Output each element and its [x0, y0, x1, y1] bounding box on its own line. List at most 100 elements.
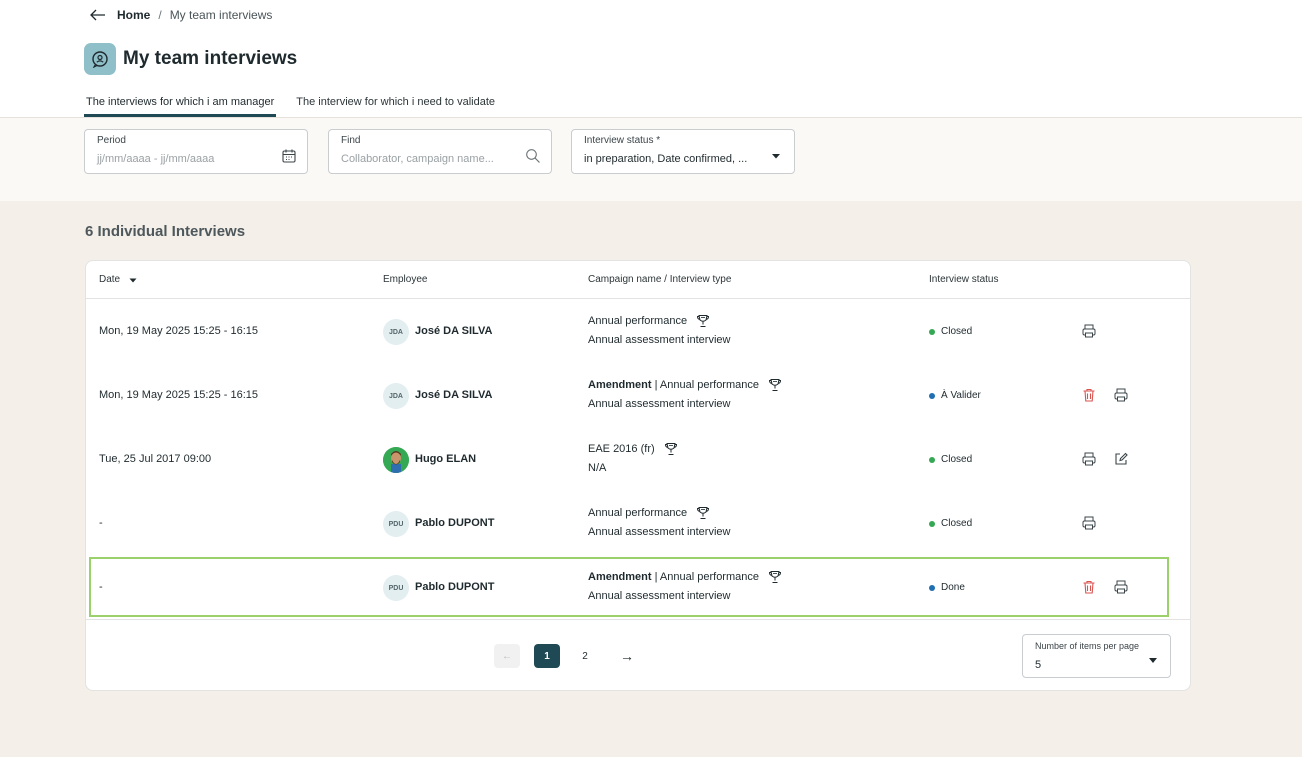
campaign-name: EAE 2016 (fr) [588, 442, 678, 456]
find-label: Find [341, 135, 361, 146]
calendar-icon[interactable] [281, 148, 297, 164]
status-dot [929, 328, 935, 335]
status-dot [929, 520, 935, 527]
page-title: My team interviews [123, 48, 298, 69]
status-text: Closed [941, 518, 973, 529]
print-icon[interactable] [1113, 387, 1129, 403]
interview-type: Annual assessment interview [588, 398, 731, 410]
interview-chat-icon [84, 43, 116, 75]
table-row[interactable]: - PDU Pablo DUPONT Annual performance An… [86, 491, 1190, 555]
sort-down-icon[interactable] [128, 275, 138, 285]
status-value: in preparation, Date confirmed, ... [584, 153, 748, 165]
pagination-page-1[interactable]: 1 [534, 644, 560, 668]
status-text: Closed [941, 326, 973, 337]
row-date: Mon, 19 May 2025 15:25 - 16:15 [99, 325, 258, 337]
trash-icon[interactable] [1081, 579, 1097, 595]
campaign-title: | Annual performance [651, 571, 759, 583]
chevron-down-icon[interactable] [1149, 658, 1157, 663]
tab-manager-interviews[interactable]: The interviews for which i am manager [84, 93, 277, 117]
column-date-label: Date [99, 274, 121, 285]
row-date: - [99, 517, 103, 529]
campaign-name: Amendment | Annual performance [588, 378, 782, 392]
status-text: À Valider [941, 390, 981, 401]
trophy-icon [768, 570, 782, 584]
table-row[interactable]: Mon, 19 May 2025 15:25 - 16:15 JDA José … [86, 299, 1190, 363]
breadcrumb-separator: / [158, 8, 162, 22]
trophy-icon [696, 506, 710, 520]
column-date[interactable]: Date [99, 274, 138, 285]
pagination-prev-button[interactable]: ← [494, 644, 520, 668]
print-icon[interactable] [1113, 579, 1129, 595]
avatar: PDU [383, 511, 409, 537]
print-icon[interactable] [1081, 515, 1097, 531]
campaign-name: Annual performance [588, 314, 710, 328]
items-per-page-select[interactable]: Number of items per page 5 [1022, 634, 1171, 678]
table-row[interactable]: Mon, 19 May 2025 15:25 - 16:15 JDA José … [86, 363, 1190, 427]
interview-type: Annual assessment interview [588, 590, 731, 602]
table-header: Date Employee Campaign name / Interview … [86, 261, 1190, 299]
status-dot [929, 584, 935, 591]
campaign-title: Annual performance [588, 315, 688, 327]
campaign-name: Amendment | Annual performance [588, 570, 782, 584]
period-placeholder: jj/mm/aaaa - jj/mm/aaaa [97, 153, 215, 165]
find-field[interactable]: Find Collaborator, campaign name... [328, 129, 552, 174]
pagination-page-2[interactable]: 2 [572, 644, 598, 668]
divider [86, 619, 1190, 620]
breadcrumb: Home / My team interviews [90, 6, 272, 24]
status-badge: Closed [929, 518, 972, 529]
status-badge: Closed [929, 326, 972, 337]
trophy-icon [768, 378, 782, 392]
tab-bar: The interviews for which i am manager Th… [84, 93, 515, 118]
print-icon[interactable] [1081, 451, 1097, 467]
edit-icon[interactable] [1113, 451, 1129, 467]
breadcrumb-home-link[interactable]: Home [117, 8, 150, 22]
print-icon[interactable] [1081, 323, 1097, 339]
chevron-down-icon[interactable] [768, 148, 784, 164]
header-area: Home / My team interviews My team interv… [0, 0, 1302, 118]
interview-type: Annual assessment interview [588, 334, 731, 346]
trophy-icon [664, 442, 678, 456]
period-field[interactable]: Period jj/mm/aaaa - jj/mm/aaaa [84, 129, 308, 174]
interviews-table-card: Date Employee Campaign name / Interview … [85, 260, 1191, 691]
tab-validate-interviews[interactable]: The interview for which i need to valida… [294, 93, 497, 117]
status-label: Interview status * [584, 135, 661, 146]
campaign-title: | Annual performance [651, 379, 759, 391]
row-date: - [99, 581, 103, 593]
period-label: Period [97, 135, 126, 146]
status-dot [929, 392, 935, 399]
search-icon[interactable] [525, 148, 541, 164]
employee-name[interactable]: Pablo DUPONT [415, 581, 494, 593]
employee-name[interactable]: Pablo DUPONT [415, 517, 494, 529]
column-campaign: Campaign name / Interview type [588, 274, 732, 285]
page-title-wrap: My team interviews [84, 43, 297, 75]
interview-count: 6 Individual Interviews [85, 223, 246, 240]
campaign-name: Annual performance [588, 506, 710, 520]
row-date: Tue, 25 Jul 2017 09:00 [99, 453, 212, 465]
pagination-next-button[interactable]: → [614, 644, 640, 668]
find-placeholder: Collaborator, campaign name... [341, 153, 494, 165]
filter-bar: Period jj/mm/aaaa - jj/mm/aaaa Find Coll… [0, 118, 1302, 201]
trophy-icon [696, 314, 710, 328]
status-dot [929, 456, 935, 463]
trash-icon[interactable] [1081, 387, 1097, 403]
interview-type: N/A [588, 462, 607, 474]
table-row[interactable]: Tue, 25 Jul 2017 09:00 Hugo ELAN EAE 201… [86, 427, 1190, 491]
employee-name[interactable]: José DA SILVA [415, 389, 492, 401]
employee-name[interactable]: José DA SILVA [415, 325, 492, 337]
status-text: Closed [941, 454, 973, 465]
employee-name[interactable]: Hugo ELAN [415, 453, 476, 465]
amendment-label: Amendment [588, 379, 652, 391]
breadcrumb-current: My team interviews [169, 8, 273, 22]
status-badge: Closed [929, 454, 972, 465]
items-per-page-label: Number of items per page [1035, 641, 1140, 651]
row-date: Mon, 19 May 2025 15:25 - 16:15 [99, 389, 258, 401]
table-row[interactable]: - PDU Pablo DUPONT Amendment | Annual pe… [89, 557, 1169, 617]
interview-type: Annual assessment interview [588, 526, 731, 538]
items-per-page-value: 5 [1035, 659, 1042, 671]
interview-status-select[interactable]: Interview status * in preparation, Date … [571, 129, 795, 174]
arrow-left-icon[interactable] [90, 7, 106, 23]
avatar: JDA [383, 319, 409, 345]
campaign-title: EAE 2016 (fr) [588, 443, 655, 455]
avatar: PDU [383, 575, 409, 601]
status-badge: Done [929, 582, 965, 593]
